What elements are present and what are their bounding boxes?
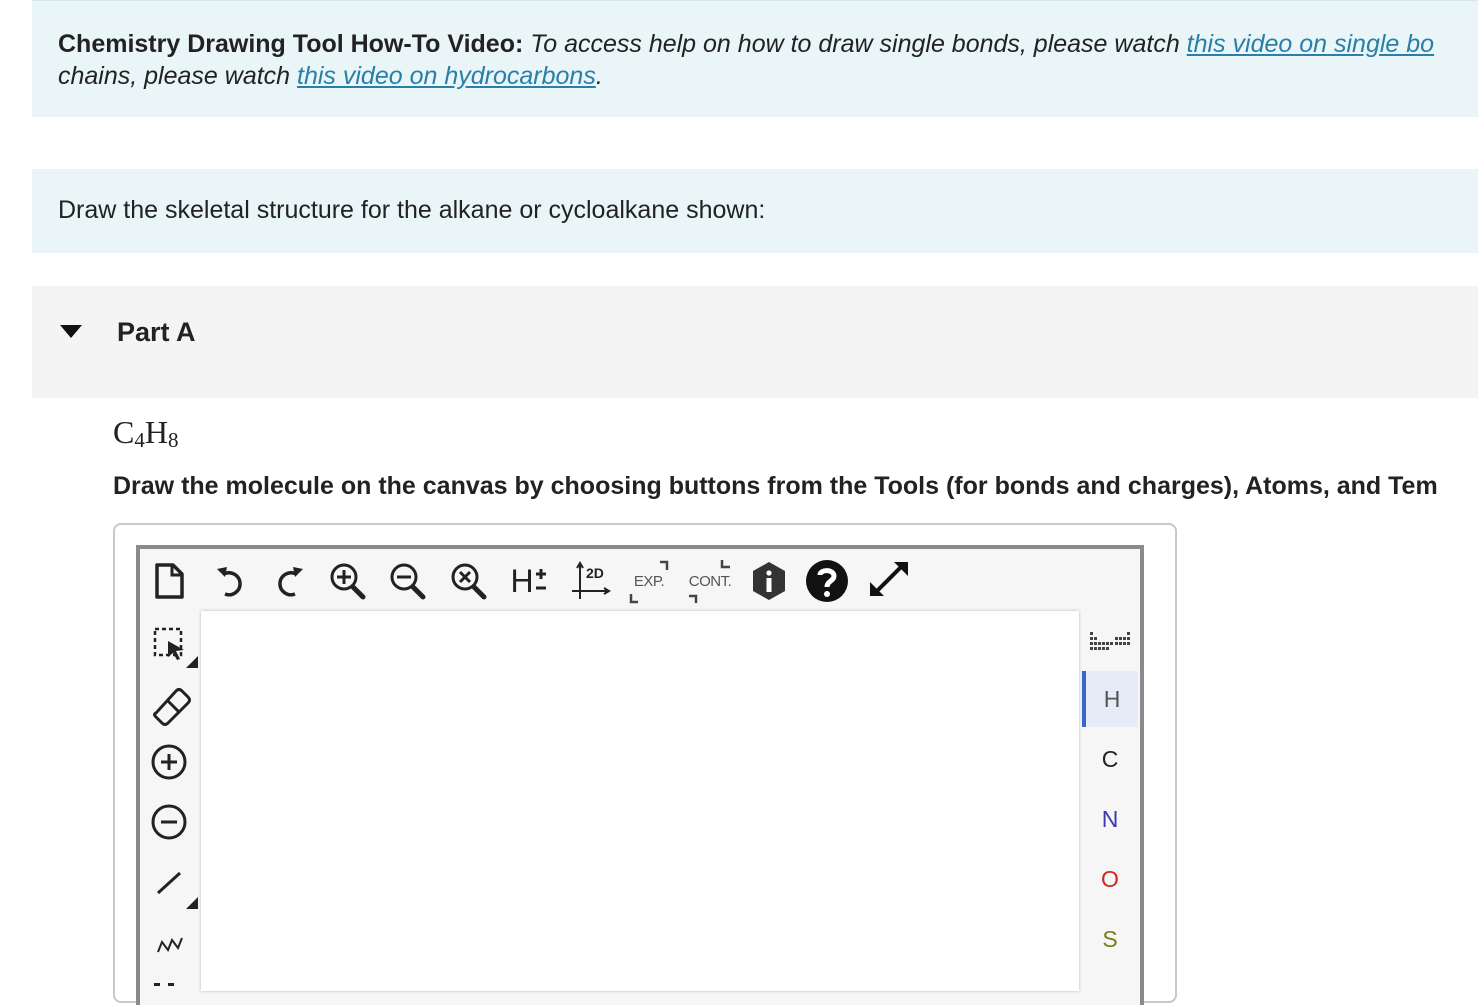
contract-button[interactable]: CONT. [684,558,736,604]
select-tool-button[interactable] [146,620,202,676]
redo-button[interactable] [266,558,312,604]
hydrogen-toggle-label: H [510,562,534,599]
clean-2d-label: 2D [586,565,604,581]
periodic-table-button[interactable] [1086,626,1134,656]
atom-carbon-label: C [1101,745,1119,772]
clean-2d-button[interactable]: 2D [567,558,613,604]
single-bond-icon [156,871,198,909]
help-label: Chemistry Drawing Tool How-To Video: [58,30,524,58]
redo-icon [278,567,303,597]
help-text-2: chains, please watch [58,62,298,90]
lasso-select-icon [153,627,198,668]
question-icon [806,560,848,602]
help-button[interactable] [804,558,850,604]
positive-charge-button[interactable] [146,737,192,787]
undo-button[interactable] [208,558,254,604]
hydrogen-toggle-button[interactable]: H [506,558,552,604]
zoom-in-icon [330,563,366,600]
atom-sulfur-button[interactable]: S [1082,911,1138,967]
zoom-reset-icon [451,563,487,600]
zoom-out-button[interactable] [385,558,431,604]
zoom-in-button[interactable] [325,558,371,604]
chain-icon [157,937,183,953]
atom-oxygen-button[interactable]: O [1082,851,1138,907]
help-text-3: . [595,62,603,90]
atom-sulfur-label: S [1102,925,1118,952]
help-text-1: To access help on how to draw single bon… [523,30,1187,58]
collapse-caret-icon[interactable] [60,325,82,338]
periodic-table-icon [1090,632,1130,650]
formula-hydrogen: H [144,414,168,450]
plus-circle-icon [151,744,187,780]
undo-icon [217,567,242,597]
part-header[interactable]: Part A [32,286,1478,398]
atom-carbon-button[interactable]: C [1082,731,1138,787]
formula-carbon: C [113,414,135,450]
help-box: Chemistry Drawing Tool How-To Video: To … [32,0,1478,117]
instruction-text: Draw the skeletal structure for the alka… [58,196,766,224]
instruction-box: Draw the skeletal structure for the alka… [32,169,1478,253]
atom-hydrogen-label: H [1103,685,1121,712]
new-document-icon [155,563,184,599]
new-document-button[interactable] [146,558,192,604]
expand-brackets-icon [629,560,669,604]
info-button[interactable] [746,558,792,604]
contract-brackets-icon [689,560,730,603]
formula-carbon-count: 4 [134,428,145,452]
expand-button[interactable]: EXP. [626,558,672,604]
drawing-canvas[interactable] [201,611,1079,991]
formula-hydrogen-count: 8 [167,428,179,452]
zoom-reset-button[interactable] [446,558,492,604]
atom-hydrogen-button[interactable]: H [1082,671,1138,727]
single-bond-button[interactable] [146,855,202,911]
next-tool-partial [154,983,182,987]
fullscreen-button[interactable] [866,556,912,602]
minus-circle-icon [151,804,187,840]
hydrocarbons-video-link[interactable]: this video on hydrocarbons [297,62,596,90]
eraser-icon [153,688,191,726]
help-text: Chemistry Drawing Tool How-To Video: To … [58,28,1478,92]
info-icon [753,562,785,600]
atom-oxygen-label: O [1101,865,1119,892]
atom-nitrogen-label: N [1101,805,1119,832]
part-title: Part A [117,317,196,347]
fullscreen-icon [870,562,908,596]
plus-minus-icon [535,569,546,590]
negative-charge-button[interactable] [146,797,192,847]
single-bonds-video-link[interactable]: this video on single bo [1187,30,1434,58]
drawing-directions: Draw the molecule on the canvas by choos… [113,472,1438,500]
erase-tool-button[interactable] [146,677,202,733]
atom-nitrogen-button[interactable]: N [1082,791,1138,847]
zoom-out-icon [390,563,426,600]
chain-tool-button[interactable] [146,917,192,963]
molecular-formula: C4H8 [113,414,178,453]
